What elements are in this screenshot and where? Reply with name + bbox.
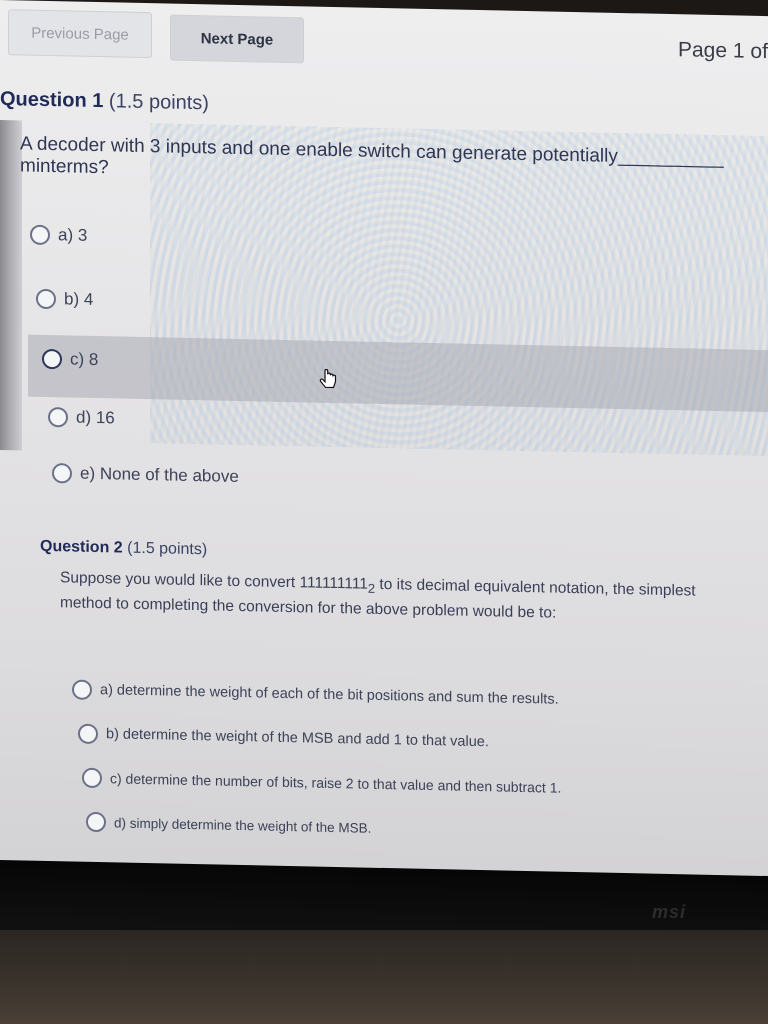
question-1-option-c[interactable]: c) 8 [42,348,99,370]
question-1-title: Question 1 (1.5 points) [0,88,209,115]
page-indicator: Page 1 of [678,38,768,64]
quiz-screen: Previous Page Next Page Page 1 of Questi… [0,0,768,897]
question-1-option-d[interactable]: d) 16 [48,407,115,428]
radio-button[interactable] [82,767,102,789]
option-label: c) 8 [70,349,99,370]
question-2-title: Question 2 (1.5 points) [40,538,207,560]
previous-page-button[interactable]: Previous Page [8,9,152,59]
question-2-option-c[interactable]: c) determine the number of bits, raise 2… [82,767,562,798]
hovered-option-highlight [28,334,768,413]
question-points: (1.5 points) [127,539,208,559]
option-label: a) determine the weight of each of the b… [100,682,559,708]
radio-button[interactable] [78,723,98,745]
radio-button[interactable] [52,463,72,484]
desk-background [0,930,768,1024]
option-label: b) determine the weight of the MSB and a… [106,726,489,751]
question-2-option-a[interactable]: a) determine the weight of each of the b… [72,679,559,710]
monitor-brand-logo: msi [652,902,687,922]
question-2-option-d[interactable]: d) simply determine the weight of the MS… [86,811,372,838]
option-label: e) None of the above [80,463,239,487]
question-number: Question 1 [0,88,104,113]
question-points: (1.5 points) [108,90,209,115]
radio-button[interactable] [36,288,56,310]
question-indicator-bar [0,120,22,451]
question-1-option-a[interactable]: a) 3 [30,224,88,246]
hand-pointer-icon [319,368,337,389]
question-1-text: A decoder with 3 inputs and one enable s… [20,133,724,179]
option-label: b) 4 [64,289,94,309]
radio-button[interactable] [72,679,92,700]
option-label: a) 3 [58,225,88,245]
option-label: c) determine the number of bits, raise 2… [110,770,562,796]
option-label: d) 16 [76,407,115,428]
question-number: Question 2 [40,537,123,557]
radio-button[interactable] [86,811,106,833]
question-1-option-b[interactable]: b) 4 [36,288,94,310]
option-label: d) simply determine the weight of the MS… [114,814,372,836]
next-page-button[interactable]: Next Page [170,14,304,64]
question-1-option-e[interactable]: e) None of the above [52,463,239,487]
radio-button[interactable] [42,348,62,370]
radio-button[interactable] [30,224,50,246]
radio-button[interactable] [48,407,68,428]
question-text-start: Suppose you would like to convert 111111… [60,569,368,593]
question-2-text: Suppose you would like to convert 111111… [60,567,720,627]
question-2-option-b[interactable]: b) determine the weight of the MSB and a… [78,723,489,753]
